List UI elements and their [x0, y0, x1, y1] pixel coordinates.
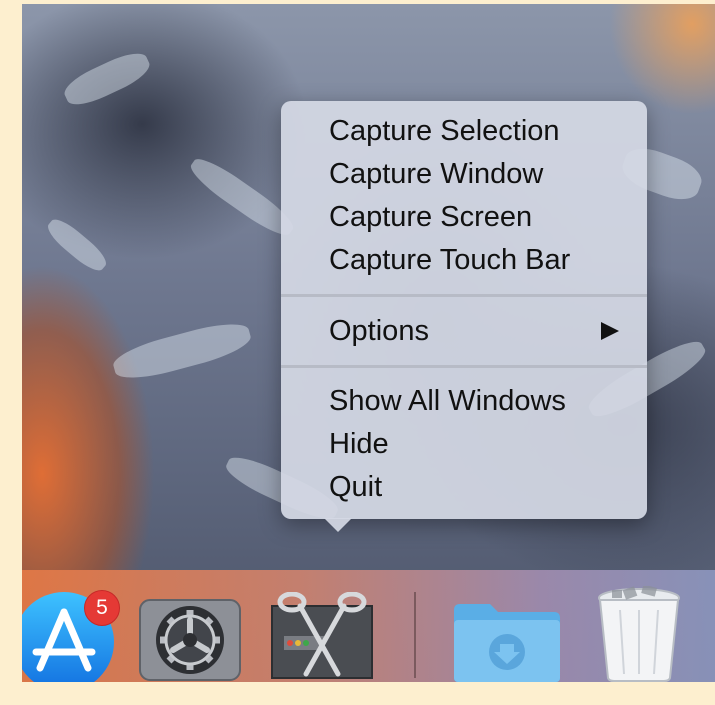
- menu-item-capture-screen[interactable]: Capture Screen: [329, 197, 633, 237]
- wallpaper-detail: [109, 316, 255, 386]
- notification-badge: 5: [84, 590, 120, 626]
- menu-item-quit[interactable]: Quit: [329, 467, 633, 507]
- downloads-folder-icon[interactable]: [450, 600, 564, 682]
- menu-item-options[interactable]: Options: [329, 311, 633, 351]
- wallpaper-detail: [59, 46, 155, 112]
- trash-icon[interactable]: [594, 584, 684, 682]
- menu-separator: [281, 294, 647, 297]
- system-preferences-icon[interactable]: [138, 598, 242, 682]
- submenu-arrow-icon: [601, 322, 619, 340]
- dock: 5: [22, 570, 715, 682]
- desktop: Capture Selection Capture Window Capture…: [22, 4, 715, 682]
- menu-pointer: [324, 518, 352, 532]
- menu-separator: [281, 365, 647, 368]
- dock-divider: [414, 592, 416, 678]
- menu-item-show-all-windows[interactable]: Show All Windows: [329, 381, 633, 421]
- menu-item-hide[interactable]: Hide: [329, 424, 633, 464]
- scissors-icon[interactable]: [270, 591, 374, 682]
- menu-item-capture-touch-bar[interactable]: Capture Touch Bar: [329, 240, 633, 280]
- wallpaper-detail: [43, 214, 111, 276]
- menu-item-capture-selection[interactable]: Capture Selection: [329, 111, 633, 151]
- dock-context-menu: Capture Selection Capture Window Capture…: [281, 101, 647, 519]
- menu-item-capture-window[interactable]: Capture Window: [329, 154, 633, 194]
- options-label: Options: [329, 315, 429, 347]
